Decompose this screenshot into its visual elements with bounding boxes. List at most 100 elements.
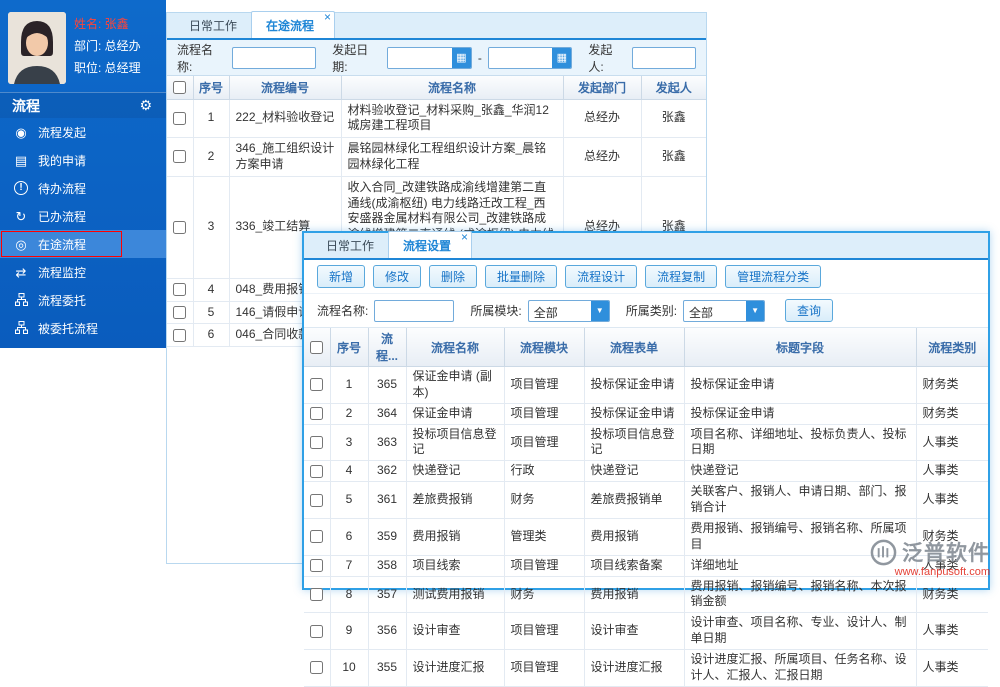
close-tab-icon[interactable]: ×	[461, 231, 468, 243]
monitor-icon: ⇄	[15, 264, 27, 280]
tab-label: 日常工作	[326, 239, 375, 253]
tab-label: 流程设置	[403, 239, 452, 253]
row-checkbox[interactable]	[173, 328, 187, 342]
row-checkbox[interactable]	[310, 435, 324, 449]
row-checkbox[interactable]	[310, 661, 324, 675]
add-button[interactable]: 新增	[317, 265, 366, 288]
cell-initiator: 张鑫	[641, 99, 706, 139]
initiator-input[interactable]	[632, 46, 697, 69]
table-row[interactable]: 1 365 保证金申请 (副本) 项目管理 投标保证金申请 投标保证金申请 财务…	[304, 366, 988, 404]
table-row[interactable]: 4 362 快递登记 行政 快递登记 快递登记 人事类	[304, 460, 988, 483]
row-checkbox[interactable]	[310, 407, 324, 421]
cell-title-fields: 关联客户、报销人、申请日期、部门、报销合计	[684, 481, 917, 519]
tab-process-settings[interactable]: 流程设置 ×	[388, 231, 473, 258]
search-button[interactable]: 查询	[785, 299, 834, 322]
cell-no: 10	[330, 649, 369, 687]
sidebar-item-delegate[interactable]: 流程委托	[0, 286, 166, 314]
col-process-id[interactable]: 流程...	[367, 328, 407, 367]
sidebar-item-process-start[interactable]: ◉ 流程发起	[0, 118, 166, 146]
sidebar-item-label: 被委托流程	[38, 321, 99, 336]
cell-process-id: 364	[368, 403, 407, 425]
sidebar-item-completed[interactable]: ↻ 已办流程	[0, 202, 166, 230]
table-row[interactable]: 3 363 投标项目信息登记 项目管理 投标项目信息登记 项目名称、详细地址、投…	[304, 424, 988, 462]
col-initiator[interactable]: 发起人	[640, 76, 706, 100]
row-checkbox[interactable]	[310, 530, 324, 544]
sidebar-item-in-transit[interactable]: ◎ 在途流程	[0, 230, 166, 258]
col-process-category[interactable]: 流程类别	[915, 328, 988, 367]
row-checkbox[interactable]	[310, 624, 324, 638]
edit-button[interactable]: 修改	[373, 265, 422, 288]
cell-process-form: 费用报销	[584, 518, 685, 556]
sidebar-item-my-applications[interactable]: ▤ 我的申请	[0, 146, 166, 174]
col-process-form[interactable]: 流程表单	[583, 328, 685, 367]
cell-process-name: 费用报销	[406, 518, 505, 556]
date-to-input[interactable]	[488, 47, 553, 68]
tab-daily-work[interactable]: 日常工作	[175, 12, 251, 38]
delete-button[interactable]: 删除	[429, 265, 478, 288]
tab-in-transit[interactable]: 在途流程 ×	[251, 11, 336, 38]
select-all-checkbox[interactable]	[310, 341, 324, 355]
row-checkbox[interactable]	[310, 464, 324, 478]
row-checkbox[interactable]	[310, 587, 324, 601]
sidebar-item-delegated[interactable]: 被委托流程	[0, 314, 166, 342]
col-process-name[interactable]: 流程名称	[405, 328, 505, 367]
chevron-down-icon[interactable]: ▼	[590, 300, 609, 321]
gear-icon[interactable]: ⚙	[139, 97, 152, 114]
tab-daily-work[interactable]: 日常工作	[312, 232, 388, 258]
user-profile: 姓名: 张鑫 部门: 总经办 职位: 总经理	[0, 0, 166, 92]
batch-delete-button[interactable]: 批量删除	[485, 265, 558, 288]
cell-process-name: 材料验收登记_材料采购_张鑫_华润12城房建工程项目	[341, 99, 564, 139]
calendar-icon[interactable]: ▦	[552, 47, 572, 68]
col-process-module[interactable]: 流程模块	[503, 328, 585, 367]
table-row[interactable]: 2 346_施工组织设计方案申请 晨铭园林绿化工程组织设计方案_晨铭园林绿化工程…	[167, 137, 706, 177]
row-checkbox[interactable]	[173, 220, 187, 234]
row-checkbox[interactable]	[173, 305, 187, 319]
table-row[interactable]: 5 361 差旅费报销 财务 差旅费报销单 关联客户、报销人、申请日期、部门、报…	[304, 481, 988, 519]
avatar-photo	[8, 12, 66, 84]
process-design-button[interactable]: 流程设计	[565, 265, 638, 288]
sidebar-item-monitor[interactable]: ⇄ 流程监控	[0, 258, 166, 286]
cell-process-category: 财务类	[916, 366, 988, 404]
date-from-input[interactable]	[388, 47, 452, 68]
col-process-name[interactable]: 流程名称	[340, 76, 564, 100]
process-name-input[interactable]	[374, 299, 455, 322]
org-chart-icon	[13, 292, 29, 308]
chevron-down-icon[interactable]: ▼	[746, 300, 765, 321]
process-copy-button[interactable]: 流程复制	[645, 265, 718, 288]
process-name-label: 流程名称:	[317, 304, 369, 318]
module-select[interactable]: 全部 ▼	[527, 299, 610, 322]
row-checkbox[interactable]	[173, 150, 187, 164]
row-checkbox[interactable]	[310, 493, 324, 507]
start-date-label: 发起日期:	[332, 42, 369, 74]
table-row[interactable]: 2 364 保证金申请 项目管理 投标保证金申请 投标保证金申请 财务类	[304, 403, 988, 425]
sidebar-menu: ◉ 流程发起 ▤ 我的申请 ! 待办流程 ↻ 已办流程 ◎ 在途流程 ⇄ 流程监…	[0, 118, 166, 342]
cell-process-name: 保证金申请	[406, 403, 505, 425]
row-checkbox[interactable]	[310, 559, 324, 573]
row-checkbox[interactable]	[310, 378, 324, 392]
process-section-header: 流程 ⚙	[0, 92, 166, 118]
col-start-dept[interactable]: 发起部门	[562, 76, 642, 100]
col-no[interactable]: 序号	[329, 328, 369, 367]
initiator-label: 发起人:	[588, 42, 613, 74]
cell-no: 4	[330, 460, 369, 483]
sidebar-item-pending[interactable]: ! 待办流程	[0, 174, 166, 202]
category-select[interactable]: 全部 ▼	[683, 299, 766, 322]
table-row[interactable]: 1 222_材料验收登记 材料验收登记_材料采购_张鑫_华润12城房建工程项目 …	[167, 99, 706, 139]
row-checkbox[interactable]	[173, 283, 187, 297]
user-dept: 部门: 总经办	[74, 39, 141, 53]
table-row[interactable]: 8 357 测试费用报销 财务 费用报销 费用报销、报销编号、报销名称、本次报销…	[304, 576, 988, 614]
process-name-input[interactable]	[232, 46, 317, 69]
cell-process-id: 365	[368, 366, 407, 404]
select-all-checkbox[interactable]	[173, 81, 187, 95]
close-tab-icon[interactable]: ×	[324, 11, 331, 23]
calendar-icon[interactable]: ▦	[451, 47, 471, 68]
sidebar-item-label: 流程委托	[38, 293, 87, 308]
table-row[interactable]: 9 356 设计审查 项目管理 设计审查 设计审查、项目名称、专业、设计人、制单…	[304, 612, 988, 650]
col-title-fields[interactable]: 标题字段	[683, 328, 917, 367]
row-checkbox[interactable]	[173, 111, 187, 125]
manage-category-button[interactable]: 管理流程分类	[725, 265, 822, 288]
cell-process-form: 投标保证金申请	[584, 366, 685, 404]
col-no[interactable]: 序号	[192, 76, 230, 100]
table-row[interactable]: 10 355 设计进度汇报 项目管理 设计进度汇报 设计进度汇报、所属项目、任务…	[304, 649, 988, 687]
col-process-code[interactable]: 流程编号	[228, 76, 342, 100]
